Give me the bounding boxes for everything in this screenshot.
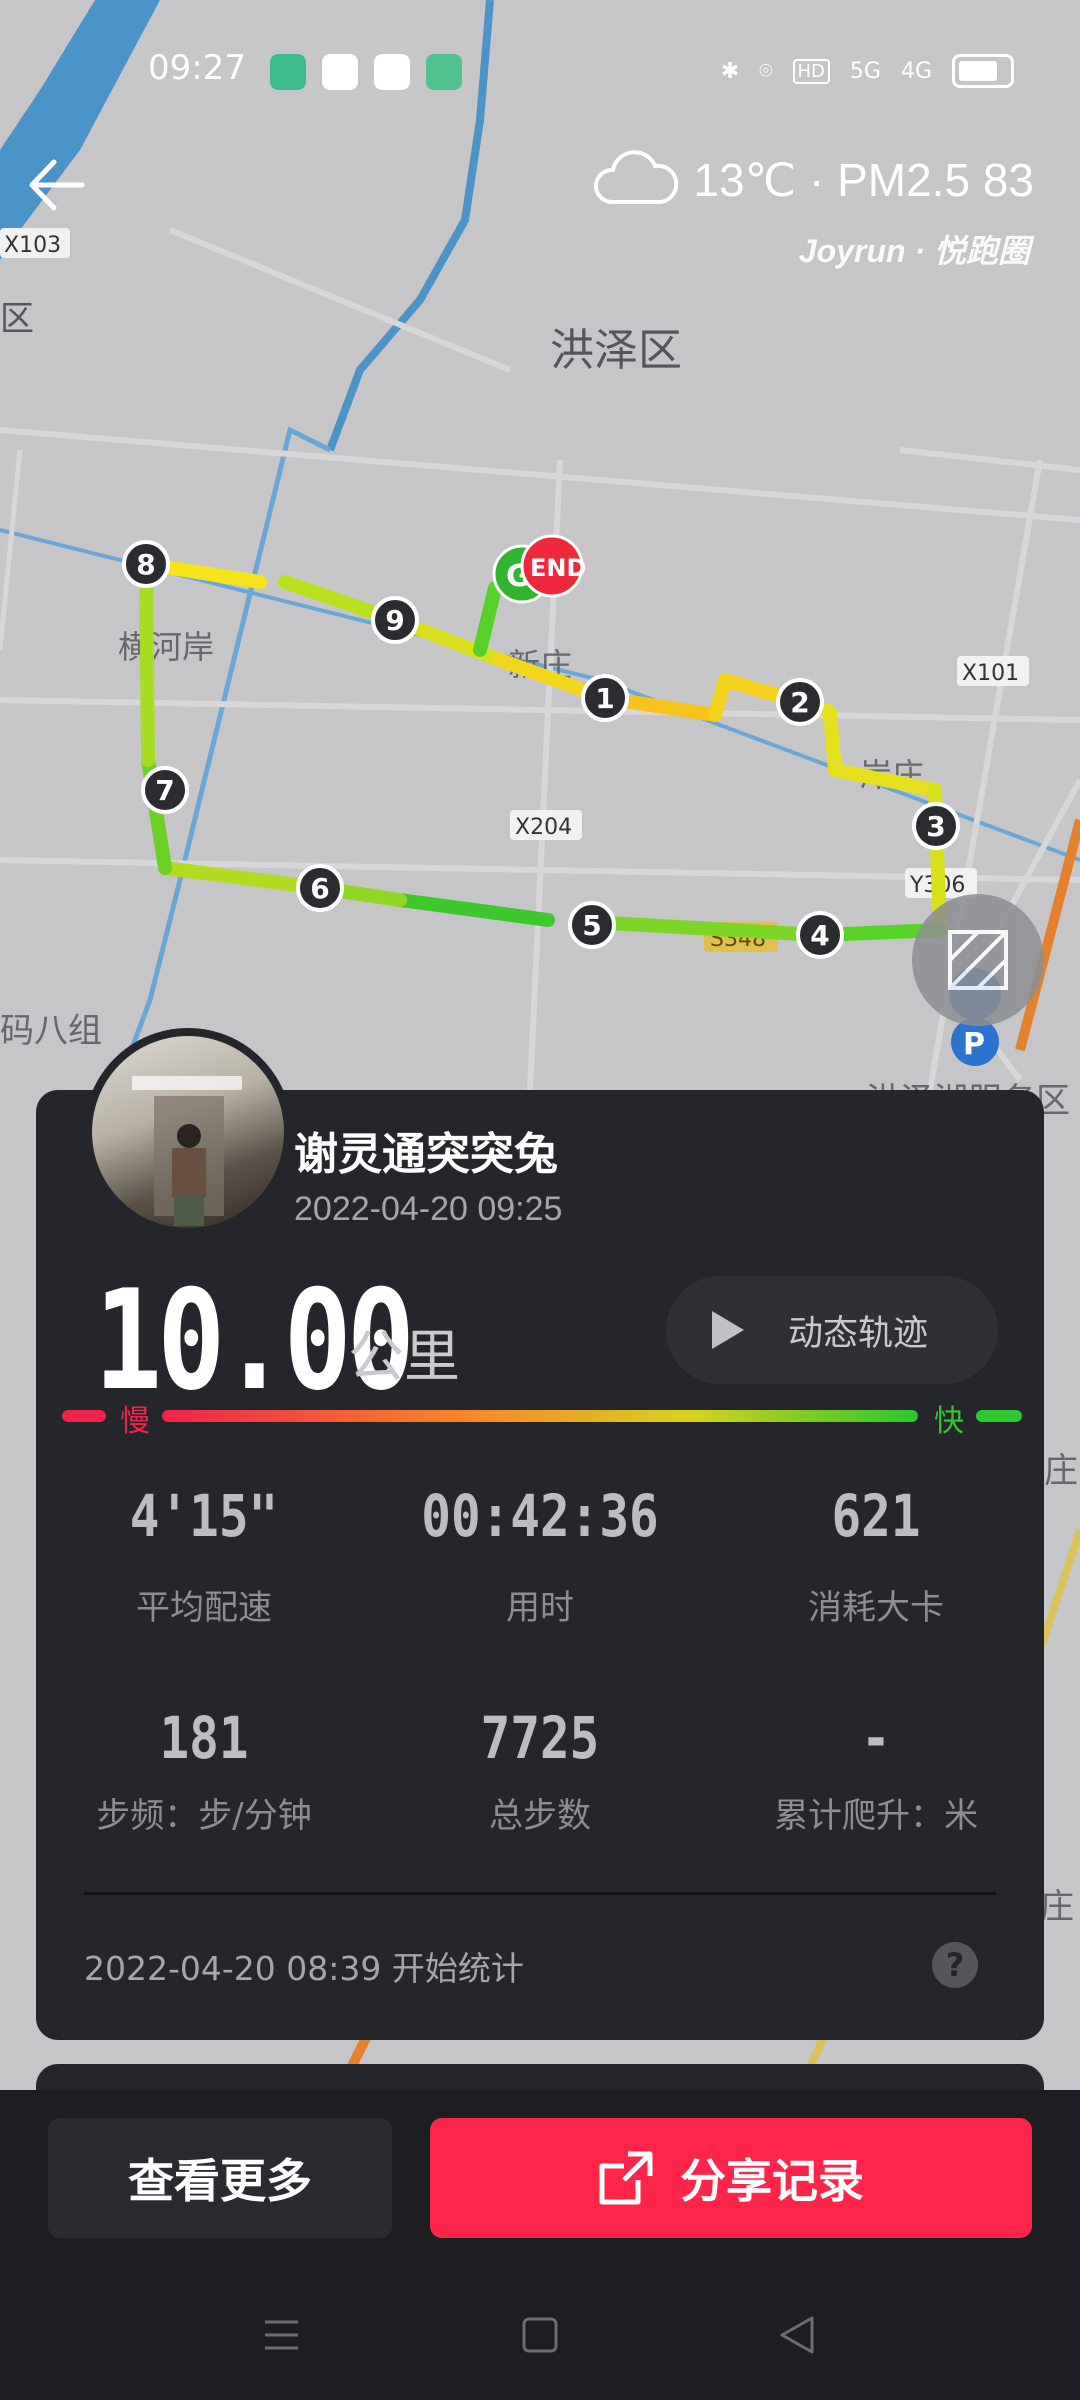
stat-label: 消耗大卡	[808, 1588, 944, 1628]
back-nav-icon[interactable]	[780, 2316, 814, 2354]
svg-text:3: 3	[926, 810, 945, 843]
stat-label: 平均配速	[136, 1588, 272, 1628]
stat-duration: 00:42:36 用时	[372, 1482, 708, 1629]
km-marker-4: 4	[796, 911, 844, 959]
svg-text:P: P	[963, 1027, 985, 1062]
system-nav-bar	[265, 2316, 814, 2354]
hd-icon: HD	[792, 58, 830, 84]
svg-text:2: 2	[790, 686, 809, 719]
battery-icon	[952, 54, 1014, 88]
svg-text:区: 区	[0, 299, 34, 339]
stat-value: 7725	[480, 1704, 600, 1772]
stat-label: 累计爬升：米	[774, 1796, 978, 1836]
upload-app-icon	[426, 54, 462, 90]
svg-text:END: END	[530, 554, 586, 582]
signal-5g-icon: 5G	[849, 58, 881, 84]
app-notification-icon	[270, 54, 306, 90]
status-right: ✱ ⌾ HD 5G 4G	[721, 54, 1014, 88]
map-road-label-x103: X103	[0, 228, 70, 258]
weather-text: 13℃ · PM2.5 83	[693, 154, 1034, 206]
fast-color-segment	[976, 1410, 1022, 1422]
play-icon	[712, 1311, 744, 1349]
svg-text:X204: X204	[515, 815, 572, 840]
distance-unit: 公里	[348, 1325, 460, 1390]
stat-cadence: 181 步频：步/分钟	[36, 1704, 372, 1837]
svg-text:8: 8	[136, 548, 155, 581]
user-name: 谢灵通突突兔	[294, 1129, 558, 1180]
km-marker-1: 1	[581, 674, 629, 722]
km-marker-8: 8	[122, 540, 170, 588]
svg-text:9: 9	[385, 604, 404, 637]
notification-icons	[270, 54, 462, 90]
map-layer-icon	[948, 930, 1008, 990]
stat-value: 621	[831, 1482, 921, 1550]
fast-label: 快	[934, 1404, 964, 1439]
km-marker-6: 6	[296, 864, 344, 912]
share-record-button[interactable]: 分享记录	[430, 2118, 1032, 2238]
brand-logo: Joyrun · 悦跑圈	[798, 233, 1030, 269]
svg-text:X101: X101	[962, 661, 1019, 686]
stat-calories: 621 消耗大卡	[708, 1482, 1044, 1629]
avatar[interactable]	[84, 1028, 292, 1236]
browser-app-icon	[374, 54, 410, 90]
svg-text:横河岸: 横河岸	[118, 628, 214, 666]
km-marker-3: 3	[912, 802, 960, 850]
weather-info: 13℃ · PM2.5 83	[593, 150, 1034, 210]
run-summary-card: 谢灵通突突兔 2022-04-20 09:25 10.00 公里 动态轨迹 慢 …	[36, 1028, 1044, 2040]
help-icon[interactable]: ?	[932, 1942, 978, 1988]
slow-label: 慢	[120, 1404, 150, 1439]
stat-value: 4'15"	[129, 1482, 279, 1550]
stat-avg-pace: 4'15" 平均配速	[36, 1482, 372, 1629]
svg-text:5: 5	[582, 909, 601, 942]
map-road-label-x204: X204	[510, 810, 582, 840]
svg-text:庄: 庄	[1040, 1887, 1074, 1927]
menu-nav-icon[interactable]	[265, 2320, 298, 2350]
run-datetime: 2022-04-20 09:25	[294, 1190, 563, 1228]
km-marker-9: 9	[371, 596, 419, 644]
stat-elevation-gain: - 累计爬升：米	[708, 1704, 1044, 1837]
stat-value: 181	[159, 1704, 249, 1772]
stat-label: 步频：步/分钟	[96, 1796, 312, 1836]
stat-value: -	[861, 1704, 891, 1772]
stat-value: 00:42:36	[421, 1482, 659, 1550]
signal-4g-icon: 4G	[900, 58, 932, 84]
km-marker-2: 2	[776, 678, 824, 726]
svg-text:码八组: 码八组	[0, 1011, 102, 1051]
pace-legend: 慢 快	[62, 1396, 1022, 1439]
svg-text:1: 1	[595, 682, 614, 715]
pace-gradient	[162, 1410, 918, 1422]
svg-text:6: 6	[310, 872, 329, 905]
map-layer-button[interactable]	[912, 894, 1044, 1026]
home-nav-icon[interactable]	[522, 2317, 558, 2353]
video-app-icon	[322, 54, 358, 90]
cloud-icon	[594, 150, 679, 204]
km-marker-5: 5	[568, 901, 616, 949]
location-icon: ⌾	[759, 58, 773, 84]
svg-text:庄: 庄	[1044, 1451, 1078, 1491]
status-time: 09:27	[148, 48, 246, 88]
share-record-label: 分享记录	[680, 2154, 864, 2208]
svg-text:4: 4	[810, 919, 829, 952]
status-bar: 09:27 ✱ ⌾ HD 5G 4G	[0, 40, 1080, 104]
map-district-label: 洪泽区	[550, 325, 682, 376]
stat-label: 总步数	[489, 1796, 591, 1836]
svg-text:X103: X103	[4, 233, 61, 258]
slow-color-segment	[62, 1410, 106, 1422]
replay-track-button[interactable]: 动态轨迹	[666, 1276, 998, 1384]
svg-text:7: 7	[155, 774, 174, 807]
stats-start-time: 2022-04-20 08:39 开始统计	[84, 1949, 524, 1988]
view-more-label: 查看更多	[128, 2154, 312, 2208]
stat-total-steps: 7725 总步数	[372, 1704, 708, 1837]
replay-track-label: 动态轨迹	[788, 1313, 929, 1354]
bluetooth-icon: ✱	[720, 58, 740, 84]
card-divider	[84, 1892, 996, 1895]
avatar-photo	[92, 1036, 284, 1228]
map-road-label-x101: X101	[957, 656, 1029, 686]
back-arrow-icon[interactable]	[22, 150, 92, 220]
km-marker-7: 7	[141, 766, 189, 814]
stat-label: 用时	[506, 1588, 574, 1628]
view-more-button[interactable]: 查看更多	[48, 2118, 392, 2238]
share-icon	[599, 2151, 653, 2205]
